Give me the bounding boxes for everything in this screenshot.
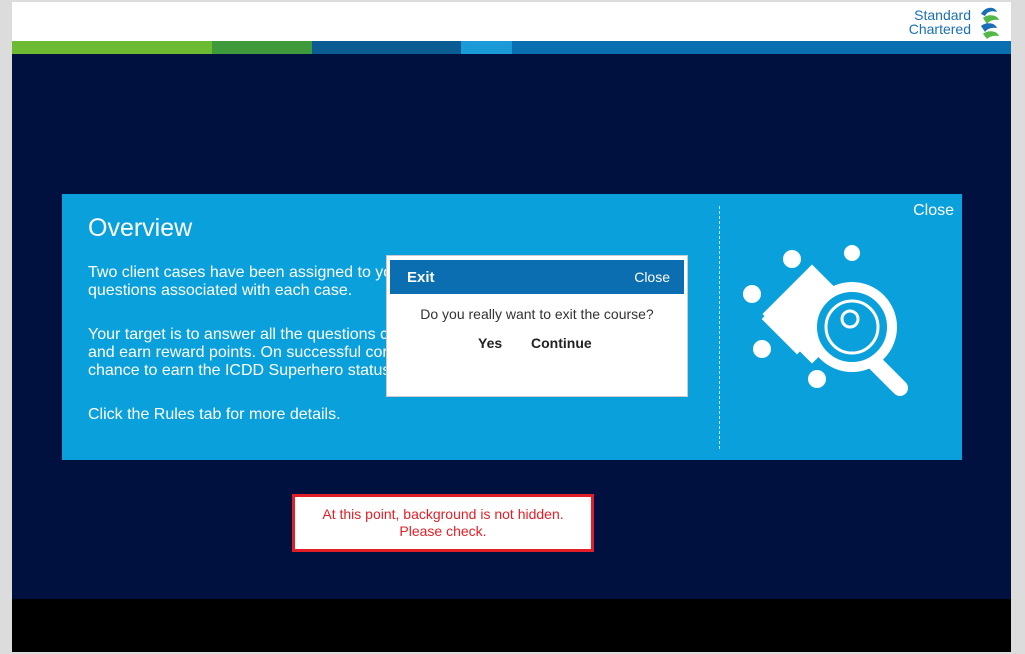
brand-logo: Standard Chartered — [909, 4, 1003, 40]
annotation-line-2: Please check. — [399, 523, 487, 539]
paragraph-2-line-1: Your target is to answer all the questio… — [88, 326, 389, 343]
brand-line2: Chartered — [908, 21, 971, 37]
stripe-navy — [312, 41, 461, 54]
stripe-dark-green — [212, 41, 312, 54]
panel-divider — [719, 206, 720, 449]
overview-paragraph-1: Two client cases have been assigned to y… — [88, 264, 398, 300]
paragraph-1-line-2: questions associated with each case. — [88, 282, 353, 299]
stripe-green — [12, 41, 212, 54]
stripe-light-blue — [461, 41, 512, 54]
brand-line1: Standard — [914, 7, 971, 23]
exit-dialog-message: Do you really want to exit the course? — [420, 306, 654, 322]
exit-dialog-header: Exit Close — [390, 260, 684, 294]
overview-paragraph-2: Your target is to answer all the questio… — [88, 326, 398, 380]
annotation-line-1: At this point, background is not hidden. — [322, 506, 564, 522]
yes-button[interactable]: Yes — [478, 335, 502, 351]
brand-text: Standard Chartered — [909, 8, 971, 36]
paragraph-2-line-2: and earn reward points. On successful co… — [88, 344, 388, 361]
overview-title: Overview — [88, 214, 193, 242]
bottom-bar — [12, 599, 1011, 652]
overview-paragraph-3: Click the Rules tab for more details. — [88, 406, 341, 423]
paragraph-1-line-1: Two client cases have been assigned to y… — [88, 264, 393, 281]
exit-dialog-close-button[interactable]: Close — [634, 269, 670, 285]
review-annotation: At this point, background is not hidden.… — [292, 494, 594, 552]
brand-stripes — [12, 41, 1011, 54]
overview-close-button[interactable]: Close — [913, 202, 954, 220]
continue-button[interactable]: Continue — [531, 335, 592, 351]
paragraph-2-line-3: chance to earn the ICDD Superhero status — [88, 362, 391, 379]
stripe-blue — [512, 41, 1011, 54]
exit-dialog-title: Exit — [407, 269, 435, 286]
top-header: Standard Chartered — [12, 2, 1011, 41]
standard-chartered-logo-icon — [981, 7, 999, 39]
exit-dialog: Exit Close Do you really want to exit th… — [387, 256, 687, 396]
puzzle-magnifier-icon — [743, 245, 909, 397]
